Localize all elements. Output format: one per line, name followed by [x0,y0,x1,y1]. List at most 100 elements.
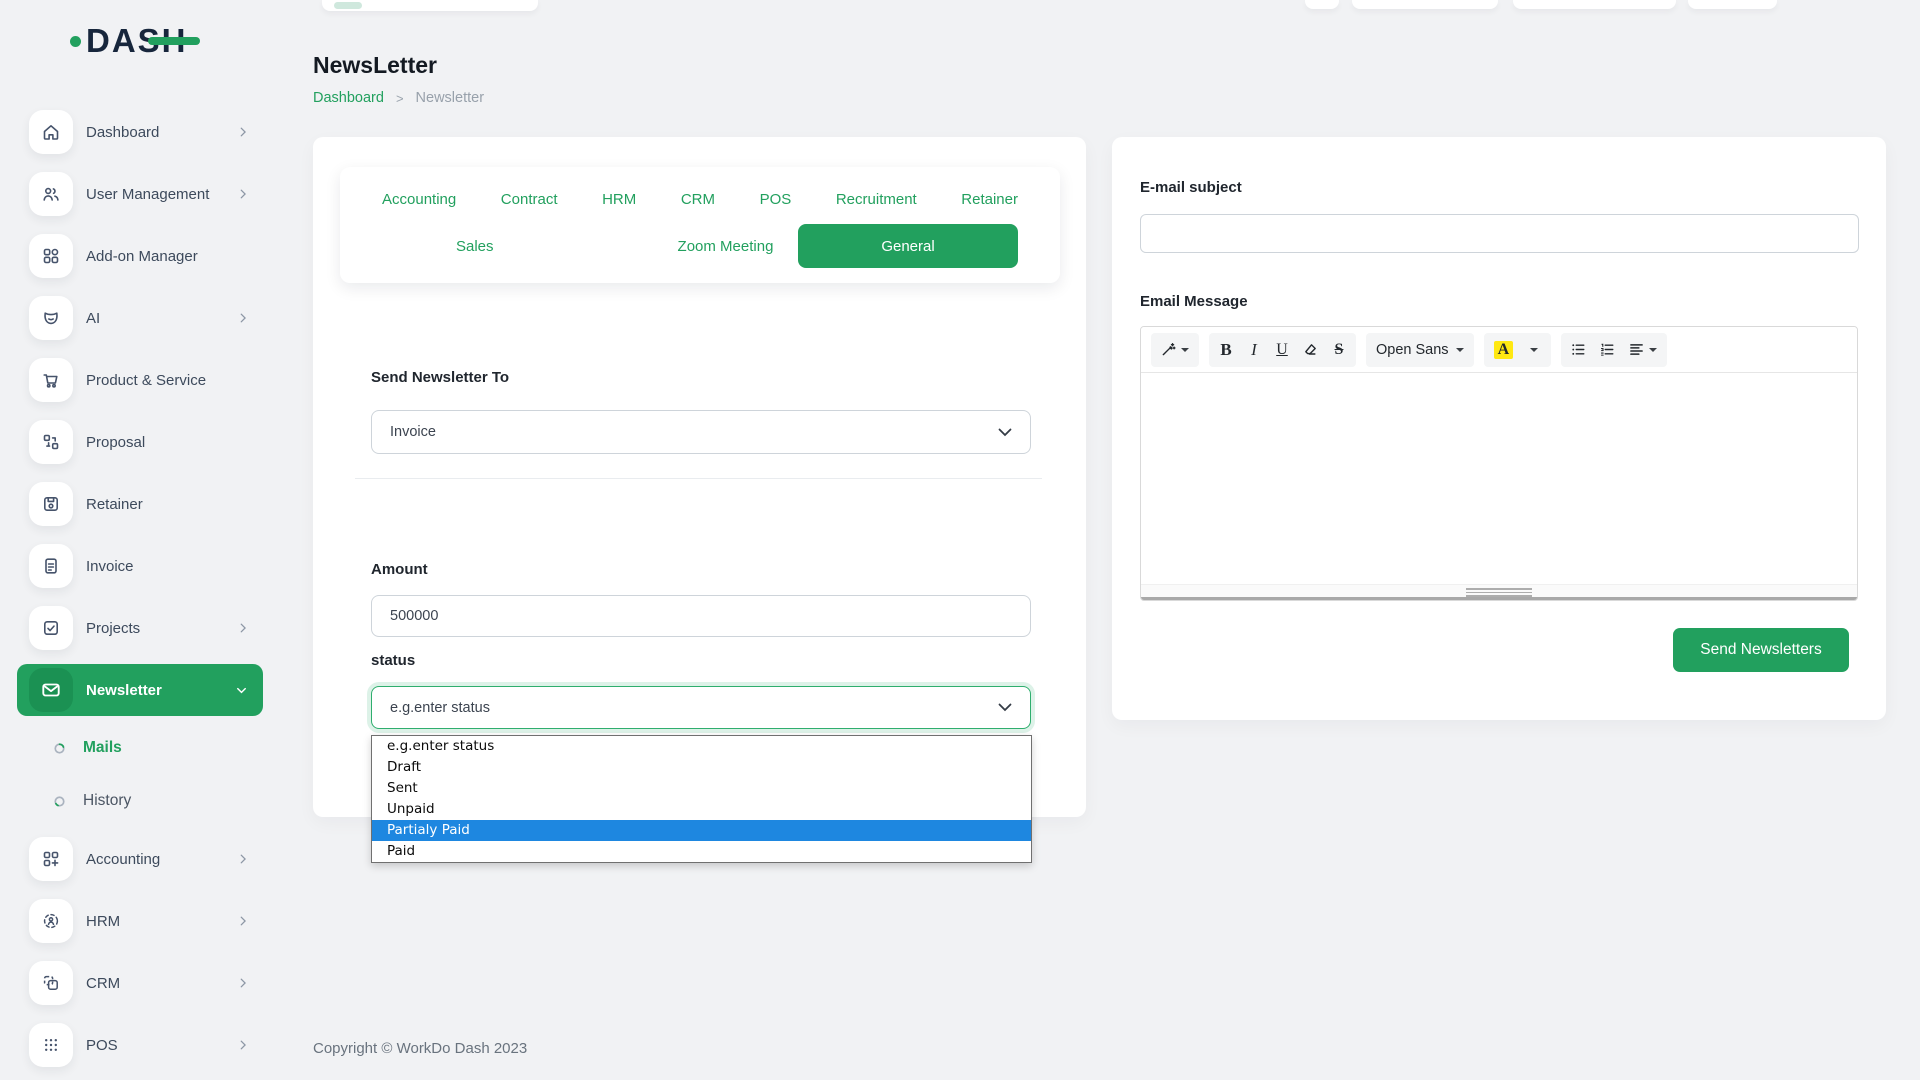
underline-button[interactable]: U [1269,336,1295,364]
caret-down-icon [1456,348,1464,352]
grid-icon [29,234,73,278]
chevron-down-icon [998,703,1012,712]
unordered-list-button[interactable] [1565,336,1592,364]
amount-label: Amount [371,561,428,578]
sidebar-item-product-service[interactable]: Product & Service [0,354,280,406]
progress-ring-icon [53,742,66,755]
bold-button[interactable]: B [1213,336,1239,364]
dots-grid-icon [29,1023,73,1067]
status-label: status [371,652,415,669]
font-family-group: Open Sans [1366,333,1474,367]
sidebar-item-label: Add-on Manager [86,248,198,265]
strikethrough-button[interactable]: S [1326,336,1352,364]
sidebar-item-accounting[interactable]: Accounting [0,833,280,885]
status-select[interactable]: e.g.enter status [371,686,1031,729]
tab-crm[interactable]: CRM [681,191,715,208]
chevron-right-icon [236,852,250,866]
tab-pos[interactable]: POS [760,191,792,208]
header-cutoff-box [1688,0,1777,9]
sidebar-subitem-history[interactable]: History [0,779,280,823]
paragraph-align-button[interactable] [1623,336,1663,364]
status-dropdown-list: e.g.enter status Draft Sent Unpaid Parti… [371,735,1032,863]
italic-button[interactable]: I [1241,336,1267,364]
sidebar-item-label: Proposal [86,434,145,451]
tab-sales[interactable]: Sales [456,238,494,255]
sidebar-subitem-mails[interactable]: Mails [0,726,280,770]
home-icon [29,110,73,154]
status-option[interactable]: Unpaid [372,799,1031,820]
tab-hrm[interactable]: HRM [602,191,636,208]
sidebar-item-label: Invoice [86,558,134,575]
sidebar-item-proposal[interactable]: Proposal [0,416,280,468]
editor-statusbar[interactable] [1141,584,1857,600]
text-color-button[interactable]: A [1488,336,1520,364]
sidebar-item-projects[interactable]: Projects [0,602,280,654]
clear-format-button[interactable] [1297,336,1324,364]
bullet-list-icon [1571,342,1586,357]
email-subject-input[interactable] [1153,226,1846,242]
person-dashed-circle-icon [29,899,73,943]
tab-contract[interactable]: Contract [501,191,558,208]
sidebar-subitem-label: History [83,792,131,810]
sidebar-item-label: User Management [86,186,209,203]
status-option[interactable]: Draft [372,757,1031,778]
numbered-list-icon [1600,342,1615,357]
sidebar-subitem-label: Mails [83,739,122,757]
tab-zoom-meeting[interactable]: Zoom Meeting [678,238,774,255]
status-option-highlighted[interactable]: Partialy Paid [372,820,1031,841]
progress-ring-icon [53,795,66,808]
sidebar-item-label: Dashboard [86,124,159,141]
caret-down-icon [1530,348,1538,352]
send-to-select[interactable]: Invoice [371,410,1031,454]
logo-dot [70,36,81,47]
style-group [1151,333,1199,367]
file-text-icon [29,544,73,588]
chevron-right-icon [236,311,250,325]
header-cutoff-box [322,0,538,11]
send-newsletters-button[interactable]: Send Newsletters [1673,628,1849,672]
header-cutoff-box [1513,0,1676,9]
tab-accounting[interactable]: Accounting [382,191,456,208]
sidebar-item-label: CRM [86,975,120,992]
ordered-list-button[interactable] [1594,336,1621,364]
highlight-color-icon: A [1494,341,1514,359]
breadcrumb-dashboard-link[interactable]: Dashboard [313,90,384,106]
sidebar-item-user-management[interactable]: User Management [0,168,280,220]
color-dropdown-button[interactable] [1521,336,1547,364]
chevron-right-icon [236,621,250,635]
magic-style-button[interactable] [1155,336,1195,364]
sidebar-item-label: Newsletter [86,682,162,699]
floppy-icon [29,482,73,526]
tab-general-active[interactable]: General [798,224,1018,268]
status-option[interactable]: Sent [372,778,1031,799]
logo-dash-bar [148,37,200,45]
tab-retainer[interactable]: Retainer [961,191,1018,208]
sidebar-item-label: Product & Service [86,372,206,389]
page-title: NewsLetter [313,52,437,79]
amount-input[interactable] [390,608,1012,624]
status-value: e.g.enter status [390,700,490,716]
editor-content-area[interactable] [1141,373,1857,584]
tab-recruitment[interactable]: Recruitment [836,191,917,208]
chevron-right-icon [236,1038,250,1052]
font-family-dropdown[interactable]: Open Sans [1370,336,1470,364]
sidebar-item-crm[interactable]: CRM [0,957,280,1009]
status-option[interactable]: Paid [372,841,1031,862]
sidebar-item-dashboard[interactable]: Dashboard [0,106,280,158]
sidebar-item-ai[interactable]: AI [0,292,280,344]
sidebar-item-addon-manager[interactable]: Add-on Manager [0,230,280,282]
rich-text-editor: B I U S Open Sans A [1140,326,1858,601]
form-divider [355,478,1042,479]
sidebar-item-invoice[interactable]: Invoice [0,540,280,592]
sidebar-item-newsletter[interactable]: Newsletter [17,664,263,716]
sidebar-item-retainer[interactable]: Retainer [0,478,280,530]
overlap-squares-icon [29,961,73,1005]
status-option[interactable]: e.g.enter status [372,736,1031,757]
app-logo[interactable]: DASH [70,22,188,60]
color-group: A [1484,333,1552,367]
logo-text: DASH [86,22,188,60]
sidebar-item-hrm[interactable]: HRM [0,895,280,947]
chevron-down-icon [998,428,1012,437]
sidebar-item-pos[interactable]: POS [0,1019,280,1071]
chevron-right-icon [236,125,250,139]
